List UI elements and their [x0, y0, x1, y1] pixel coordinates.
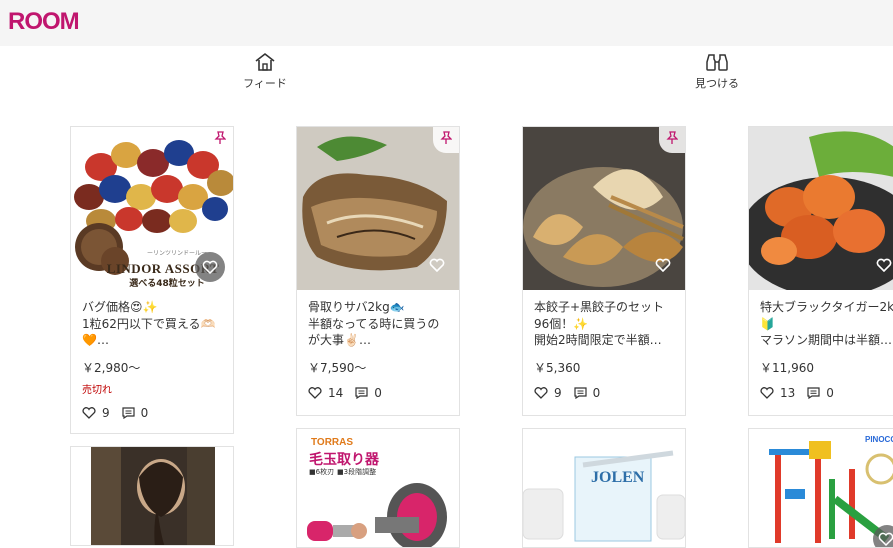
like-button[interactable] [655, 257, 671, 276]
nav-feed[interactable]: フィード [225, 52, 305, 96]
comment-count: 0 [140, 406, 149, 420]
product-image[interactable] [523, 127, 685, 290]
heart-icon [876, 258, 892, 273]
jolen-label: JOLEN [591, 469, 645, 486]
pin-button[interactable] [659, 127, 685, 153]
product-card[interactable]: 骨取りサバ2kg🐟 半額なってる時に買うのが大事✌🏻… ￥7,590〜 14 0 [296, 126, 460, 416]
comment-icon[interactable] [574, 387, 587, 399]
torras-title: 毛玉取り器 [309, 452, 379, 468]
product-image[interactable]: PINOCO [749, 429, 893, 547]
comment-icon[interactable] [122, 407, 135, 419]
card-stats: 13 0 [760, 385, 893, 401]
card-stats: 9 0 [534, 385, 674, 401]
like-count: 9 [554, 386, 562, 400]
torras-spec2: ■3段階調整 [337, 468, 377, 476]
product-description[interactable]: 本餃子+黒餃子のセット96個！✨ 開始2時間限定で半額… [534, 299, 674, 349]
comment-icon[interactable] [355, 387, 368, 399]
room-logo[interactable]: ROOM [8, 8, 80, 36]
heart-icon[interactable] [760, 387, 774, 399]
product-image[interactable]: JOLEN [523, 429, 685, 547]
heart-icon[interactable] [534, 387, 548, 399]
image-tag: 選べる48粒セット [129, 279, 205, 289]
torras-spec1: ■6枚刃 [309, 468, 335, 476]
pin-button[interactable] [433, 127, 459, 153]
card-stats: 9 0 [82, 405, 222, 421]
comment-count: 0 [826, 386, 834, 400]
hair-image-art [91, 447, 215, 545]
product-description[interactable]: バグ価格😍✨ 1粒62円以下で買える🫶🏻🧡… [82, 299, 222, 349]
shrimp-image-art [749, 127, 893, 290]
like-count: 9 [102, 406, 110, 420]
product-card[interactable]: 特大ブラックタイガー2kg🔰 マラソン期間中は半額… ￥11,960 13 0 [748, 126, 893, 416]
nav-discover-label: 見つける [695, 77, 739, 90]
heart-icon[interactable] [308, 387, 322, 399]
header-bar: ROOM [0, 0, 893, 46]
comment-icon[interactable] [807, 387, 820, 399]
comment-count: 0 [592, 386, 601, 400]
product-description[interactable]: 骨取りサバ2kg🐟 半額なってる時に買うのが大事✌🏻… [308, 299, 448, 349]
product-card[interactable]: ーリンツリンドールー LINDOR ASSORT 選べる48粒セット バグ価格😍… [70, 126, 234, 434]
binoculars-icon [706, 54, 728, 71]
nav-feed-label: フィード [243, 77, 287, 90]
product-image[interactable] [297, 127, 459, 290]
card-stats: 14 0 [308, 385, 448, 401]
product-card[interactable]: JOLEN [522, 428, 686, 548]
heart-icon [429, 258, 445, 273]
home-icon [255, 53, 275, 71]
pin-button[interactable] [207, 127, 233, 153]
product-image[interactable]: ーリンツリンドールー LINDOR ASSORT 選べる48粒セット [71, 127, 233, 290]
product-price: ￥7,590〜 [308, 361, 367, 375]
nav-discover[interactable]: 見つける [677, 52, 757, 96]
pin-icon [214, 131, 226, 144]
product-price: ￥2,980〜 [82, 361, 141, 375]
product-image[interactable] [91, 447, 215, 545]
like-button[interactable] [873, 525, 893, 547]
pin-icon [440, 131, 452, 144]
product-card[interactable] [70, 446, 234, 546]
like-button[interactable] [195, 252, 225, 282]
like-count: 13 [780, 386, 796, 400]
soldout-badge: 売切れ [82, 385, 112, 396]
heart-icon [878, 532, 893, 546]
comment-count: 0 [374, 386, 382, 400]
product-image[interactable] [749, 127, 893, 290]
heart-icon [202, 260, 218, 274]
playset-image-art [769, 441, 893, 543]
product-card[interactable]: TORRAS 毛玉取り器 ■6枚刃 ■3段階調整 [296, 428, 460, 548]
pin-icon [666, 131, 678, 144]
torras-brand: TORRAS [311, 437, 354, 448]
product-card[interactable]: PINOCO [748, 428, 893, 548]
product-price: ￥5,360 [534, 361, 581, 375]
pinoco-label: PINOCO [865, 435, 893, 444]
product-image[interactable]: TORRAS 毛玉取り器 ■6枚刃 ■3段階調整 [297, 429, 459, 547]
like-button[interactable] [429, 257, 445, 276]
heart-icon [655, 258, 671, 273]
product-card[interactable]: 本餃子+黒餃子のセット96個！✨ 開始2時間限定で半額… ￥5,360 9 0 [522, 126, 686, 416]
product-price: ￥11,960 [760, 361, 814, 375]
lint-remover-art [307, 483, 447, 547]
like-button[interactable] [876, 257, 892, 276]
heart-icon[interactable] [82, 407, 96, 419]
jolen-image-art [523, 450, 685, 542]
like-count: 14 [328, 386, 344, 400]
product-description[interactable]: 特大ブラックタイガー2kg🔰 マラソン期間中は半額… [760, 299, 893, 349]
